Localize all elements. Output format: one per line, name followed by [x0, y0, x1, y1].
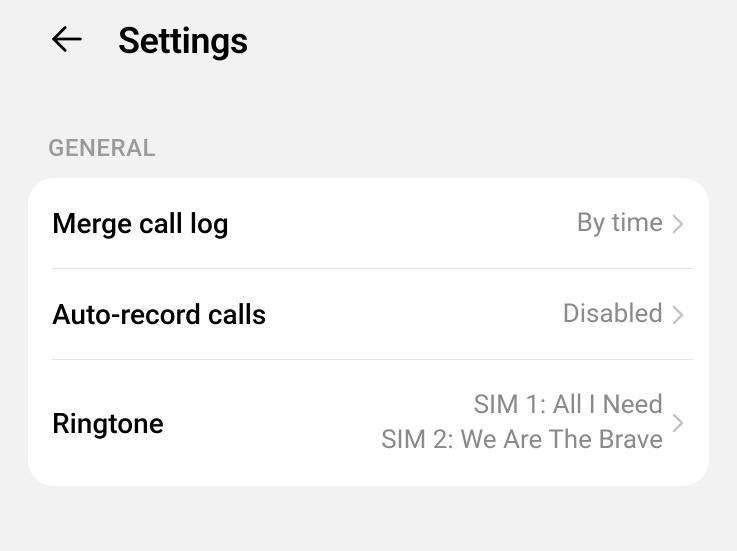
row-value-ringtone: SIM 1: All I Need SIM 2: We Are The Brav… [381, 388, 663, 458]
row-right: By time [577, 206, 685, 241]
page-title: Settings [118, 20, 248, 62]
ringtone-sim2: SIM 2: We Are The Brave [381, 423, 663, 458]
row-auto-record-calls[interactable]: Auto-record calls Disabled [28, 269, 709, 360]
settings-card: Merge call log By time Auto-record calls… [28, 178, 709, 486]
chevron-right-icon [671, 301, 685, 329]
section-header-general: GENERAL [0, 82, 737, 178]
row-label-auto-record: Auto-record calls [52, 298, 266, 331]
row-value-auto-record: Disabled [563, 297, 663, 332]
row-right: Disabled [563, 297, 685, 332]
row-value-merge-call-log: By time [577, 206, 663, 241]
row-merge-call-log[interactable]: Merge call log By time [28, 178, 709, 269]
row-right: SIM 1: All I Need SIM 2: We Are The Brav… [381, 388, 685, 458]
ringtone-sim1: SIM 1: All I Need [474, 388, 663, 423]
chevron-right-icon [671, 210, 685, 238]
back-arrow-icon [48, 20, 86, 62]
row-label-ringtone: Ringtone [52, 407, 164, 440]
chevron-right-icon [671, 409, 685, 437]
row-label-merge-call-log: Merge call log [52, 207, 229, 240]
row-ringtone[interactable]: Ringtone SIM 1: All I Need SIM 2: We Are… [28, 360, 709, 486]
back-button[interactable] [48, 20, 86, 62]
header: Settings [0, 0, 737, 82]
